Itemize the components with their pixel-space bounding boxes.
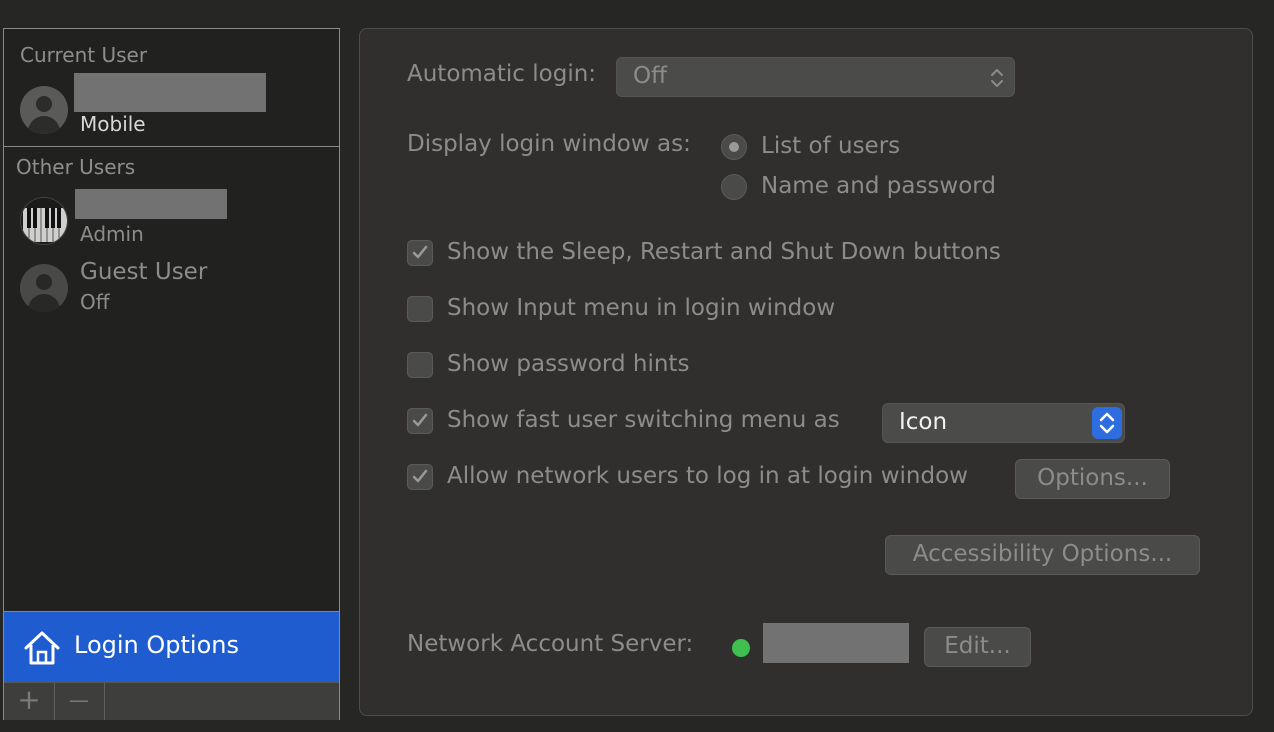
checkmark-icon bbox=[412, 413, 428, 427]
automatic-login-label: Automatic login: bbox=[407, 61, 597, 87]
remove-user-button[interactable]: — bbox=[54, 683, 105, 720]
user-avatar-icon bbox=[20, 86, 68, 134]
radio-button[interactable] bbox=[721, 134, 747, 160]
input-menu-label: Show Input menu in login window bbox=[447, 295, 836, 321]
add-user-button[interactable]: + bbox=[4, 683, 55, 720]
sidebar-divider bbox=[4, 146, 339, 147]
checkmark-icon bbox=[412, 245, 428, 259]
fast-user-switching-checkbox[interactable] bbox=[407, 408, 433, 434]
redacted-server-name bbox=[763, 623, 909, 663]
admin-user-role: Admin bbox=[80, 222, 144, 246]
fast-switch-style-value: Icon bbox=[899, 409, 948, 435]
radio-list-of-users-label: List of users bbox=[761, 133, 901, 159]
radio-button[interactable] bbox=[721, 174, 747, 200]
piano-avatar-icon bbox=[20, 197, 68, 245]
current-user-header: Current User bbox=[20, 43, 148, 67]
automatic-login-popup[interactable]: Off bbox=[616, 57, 1015, 97]
sidebar-item-login-options[interactable]: Login Options bbox=[4, 611, 339, 682]
accessibility-options-button[interactable]: Accessibility Options... bbox=[885, 535, 1200, 575]
display-login-label: Display login window as: bbox=[407, 131, 691, 157]
edit-server-button[interactable]: Edit... bbox=[924, 627, 1031, 667]
checkmark-icon bbox=[412, 469, 428, 483]
fast-switch-style-popup[interactable]: Icon bbox=[882, 403, 1125, 443]
radio-name-and-password-label: Name and password bbox=[761, 173, 996, 199]
house-icon bbox=[22, 630, 62, 670]
password-hints-checkbox[interactable] bbox=[407, 352, 433, 378]
login-options-panel: Automatic login: Off Display login windo… bbox=[359, 28, 1253, 716]
sleep-restart-label: Show the Sleep, Restart and Shut Down bu… bbox=[447, 239, 1001, 265]
other-users-header: Other Users bbox=[16, 155, 136, 179]
fast-user-switching-label: Show fast user switching menu as bbox=[447, 407, 840, 433]
automatic-login-value: Off bbox=[633, 63, 667, 89]
sleep-restart-checkbox[interactable] bbox=[407, 240, 433, 266]
sidebar-bottom-bar: + — bbox=[4, 682, 339, 720]
login-options-label: Login Options bbox=[74, 631, 239, 659]
users-sidebar: Current User Mobile Other Users Admin Gu… bbox=[3, 28, 340, 720]
input-menu-checkbox[interactable] bbox=[407, 296, 433, 322]
server-status-dot bbox=[732, 639, 750, 657]
guest-user-status: Off bbox=[80, 290, 110, 314]
network-users-checkbox[interactable] bbox=[407, 464, 433, 490]
guest-user-name: Guest User bbox=[80, 259, 208, 285]
current-user-role: Mobile bbox=[80, 112, 146, 136]
network-users-label: Allow network users to log in at login w… bbox=[447, 463, 968, 489]
redacted-user-name bbox=[75, 189, 227, 219]
network-server-label: Network Account Server: bbox=[407, 631, 694, 657]
password-hints-label: Show password hints bbox=[447, 351, 690, 377]
guest-avatar-icon bbox=[20, 264, 68, 312]
updown-chevron-icon bbox=[1092, 407, 1122, 439]
updown-chevron-icon bbox=[990, 67, 1004, 93]
redacted-user-name bbox=[74, 73, 266, 112]
options-button[interactable]: Options... bbox=[1015, 459, 1170, 499]
